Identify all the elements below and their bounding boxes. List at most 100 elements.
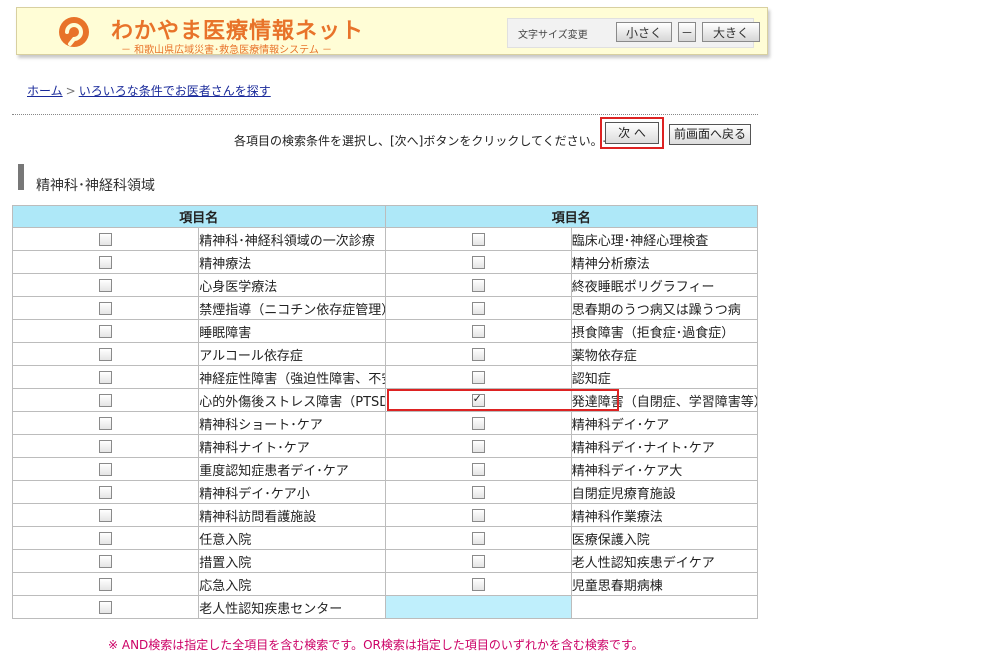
item-label: [570, 595, 759, 619]
item-checkbox[interactable]: [471, 508, 485, 522]
site-header: わかやま医療情報ネット － 和歌山県広域災害･救急医療情報システム － 文字サイ…: [16, 7, 768, 56]
item-checkbox[interactable]: [471, 370, 485, 384]
table-row: 心身医学療法 終夜睡眠ポリグラフィー: [11, 273, 759, 297]
item-checkbox[interactable]: [471, 324, 485, 338]
item-checkbox[interactable]: [471, 554, 485, 568]
table-row: 精神科デイ･ケア小 自閉症児療育施設: [11, 480, 759, 504]
table-row: 精神科ショート･ケア 精神科デイ･ケア: [11, 411, 759, 435]
table-row: 神経症性障害（強迫性障害、不安障害、パニック障害等） 認知症: [11, 365, 759, 389]
item-checkbox[interactable]: [471, 416, 485, 430]
item-checkbox[interactable]: [99, 462, 113, 476]
item-checkbox[interactable]: [99, 577, 113, 591]
item-label: 思春期のうつ病又は躁うつ病: [570, 296, 759, 320]
item-checkbox[interactable]: [99, 531, 113, 545]
checkbox-cell: [384, 250, 572, 274]
back-button[interactable]: 前画面へ戻る: [669, 124, 751, 145]
item-label: 発達障害（自閉症、学習障害等）: [570, 388, 759, 412]
checkbox-cell: [11, 319, 200, 343]
item-checkbox[interactable]: [99, 324, 113, 338]
instruction-text: 各項目の検索条件を選択し、[次へ]ボタンをクリックしてください。→: [234, 134, 613, 148]
item-label: 禁煙指導（ニコチン依存症管理）: [198, 296, 386, 320]
checkbox-cell: [384, 457, 572, 481]
table-row: 任意入院 医療保護入院: [11, 526, 759, 550]
font-size-control: 文字サイズ変更 小さく － 大きく: [507, 18, 760, 48]
font-medium-button[interactable]: －: [678, 22, 696, 42]
item-label: 精神科訪問看護施設: [198, 503, 386, 527]
font-large-button[interactable]: 大きく: [702, 22, 760, 42]
item-checkbox[interactable]: [99, 416, 113, 430]
item-checkbox[interactable]: [471, 392, 485, 407]
checkbox-cell: [384, 227, 572, 251]
item-label: 精神療法: [198, 250, 386, 274]
item-checkbox[interactable]: [99, 439, 113, 453]
item-checkbox[interactable]: [471, 462, 485, 476]
checkbox-cell: [384, 342, 572, 366]
checkbox-cell: [11, 388, 200, 412]
checkbox-cell: [384, 549, 572, 573]
breadcrumb: ホーム > いろいろな条件でお医者さんを探す: [27, 82, 271, 99]
item-checkbox[interactable]: [471, 278, 485, 292]
next-button[interactable]: 次 へ: [605, 122, 659, 144]
table-row: 睡眠障害 摂食障害（拒食症･過食症）: [11, 319, 759, 343]
item-label: 重度認知症患者デイ･ケア: [198, 457, 386, 481]
item-label: 心的外傷後ストレス障害（PTSD）: [198, 388, 386, 412]
checkbox-cell: [11, 411, 200, 435]
checkbox-cell: [11, 572, 200, 596]
item-checkbox[interactable]: [99, 278, 113, 292]
item-label: 精神分析療法: [570, 250, 759, 274]
font-size-label: 文字サイズ変更: [518, 30, 588, 41]
checkbox-cell: [11, 457, 200, 481]
breadcrumb-separator: >: [65, 84, 76, 98]
item-checkbox[interactable]: [99, 347, 113, 361]
item-checkbox[interactable]: [99, 485, 113, 499]
item-label: 精神科ショート･ケア: [198, 411, 386, 435]
breadcrumb-current-link[interactable]: いろいろな条件でお医者さんを探す: [79, 84, 271, 98]
checkbox-cell: [11, 503, 200, 527]
item-label: 老人性認知疾患デイケア: [570, 549, 759, 573]
item-label: 精神科ナイト･ケア: [198, 434, 386, 458]
item-checkbox[interactable]: [99, 554, 113, 568]
item-checkbox[interactable]: [471, 485, 485, 499]
item-label: 精神科デイ･ナイト･ケア: [570, 434, 759, 458]
checkbox-cell: [11, 480, 200, 504]
footnote: ※ AND検索は指定した全項目を含む検索です。OR検索は指定した項目のいずれかを…: [108, 638, 644, 652]
column-header-right: 項目名: [384, 205, 758, 228]
item-checkbox[interactable]: [471, 347, 485, 361]
font-small-button[interactable]: 小さく: [616, 22, 672, 42]
item-label: 応急入院: [198, 572, 386, 596]
item-label: 認知症: [570, 365, 759, 389]
item-checkbox[interactable]: [471, 255, 485, 269]
item-label: 精神科･神経科領域の一次診療: [198, 227, 386, 251]
item-checkbox[interactable]: [99, 600, 113, 614]
item-checkbox[interactable]: [471, 531, 485, 545]
item-checkbox[interactable]: [471, 577, 485, 591]
checkbox-cell: [11, 342, 200, 366]
section-title: 精神科･神経科領域: [36, 178, 155, 194]
item-checkbox[interactable]: [99, 255, 113, 269]
item-checkbox[interactable]: [99, 301, 113, 315]
item-label: 睡眠障害: [198, 319, 386, 343]
checkbox-cell: [384, 503, 572, 527]
checkbox-cell: [384, 365, 572, 389]
item-checkbox[interactable]: [99, 232, 113, 246]
item-checkbox[interactable]: [99, 393, 113, 407]
checkbox-cell: [11, 227, 200, 251]
site-subtitle: － 和歌山県広域災害･救急医療情報システム －: [121, 45, 333, 56]
checkbox-cell: [384, 388, 572, 412]
item-checkbox[interactable]: [99, 370, 113, 384]
item-checkbox[interactable]: [471, 439, 485, 453]
checkbox-cell: [384, 480, 572, 504]
item-checkbox[interactable]: [99, 508, 113, 522]
item-checkbox[interactable]: [471, 232, 485, 246]
breadcrumb-home-link[interactable]: ホーム: [27, 84, 63, 98]
checkbox-cell: [384, 526, 572, 550]
empty-cell: [384, 595, 572, 619]
checkbox-cell: [384, 434, 572, 458]
table-row: アルコール依存症 薬物依存症: [11, 342, 759, 366]
item-label: 措置入院: [198, 549, 386, 573]
item-checkbox[interactable]: [471, 301, 485, 315]
checkbox-cell: [384, 273, 572, 297]
table-row: 精神科ナイト･ケア 精神科デイ･ナイト･ケア: [11, 434, 759, 458]
checkbox-cell: [11, 595, 200, 619]
checkbox-cell: [11, 273, 200, 297]
